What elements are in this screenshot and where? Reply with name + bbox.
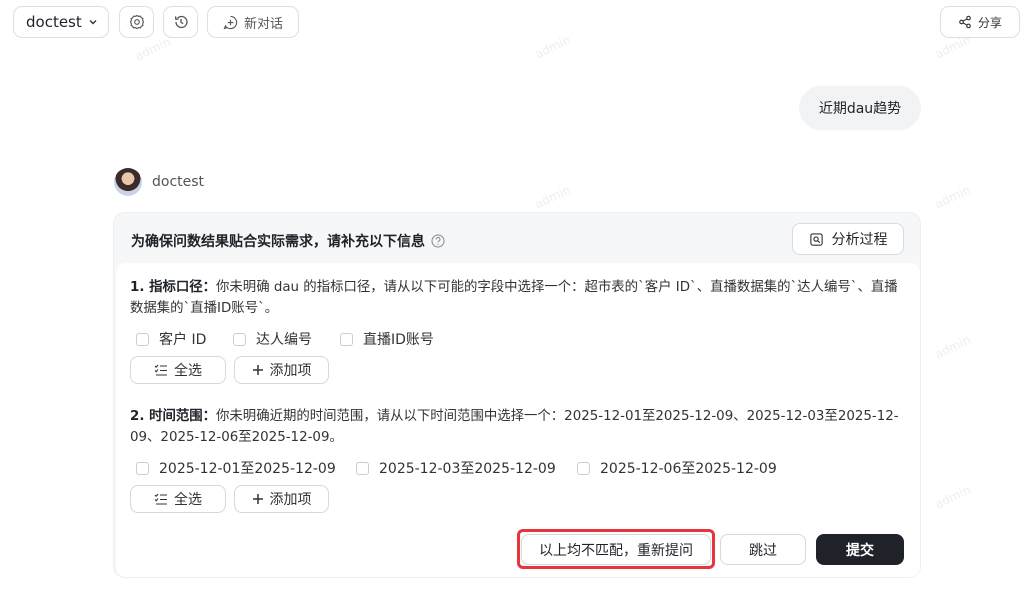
bot-avatar	[114, 168, 142, 196]
select-all-button-1[interactable]: 全选	[130, 356, 226, 384]
settings-button[interactable]	[119, 6, 154, 38]
option-range-2[interactable]: 2025-12-03至2025-12-09	[356, 458, 556, 478]
option-customer-id[interactable]: 客户 ID	[136, 329, 206, 349]
share-button[interactable]: 分享	[940, 6, 1020, 38]
option-range-3[interactable]: 2025-12-06至2025-12-09	[577, 458, 777, 478]
share-label: 分享	[977, 15, 1002, 30]
history-icon	[173, 14, 189, 30]
option-label: 2025-12-01至2025-12-09	[159, 461, 336, 477]
option-label: 2025-12-06至2025-12-09	[600, 461, 777, 477]
watermark: admin	[932, 182, 973, 212]
option-label: 直播ID账号	[363, 332, 434, 348]
plus-icon	[252, 364, 264, 376]
questions-panel: 1. 指标口径：你未明确 dau 的指标口径，请从以下可能的字段中选择一个：超市…	[116, 263, 920, 577]
checklist-icon	[154, 492, 168, 506]
watermark: admin	[532, 182, 573, 212]
question-1-number: 1. 指标口径：	[130, 280, 217, 295]
analysis-process-button[interactable]: 分析过程	[792, 223, 904, 255]
select-all-label: 全选	[174, 492, 202, 508]
add-item-button-2[interactable]: 添加项	[234, 485, 329, 513]
checkbox[interactable]	[356, 461, 369, 475]
new-chat-button[interactable]: 新对话	[207, 6, 299, 38]
watermark: admin	[932, 332, 973, 362]
checklist-icon	[154, 363, 168, 377]
user-message-bubble: 近期dau趋势	[799, 86, 921, 130]
checkbox[interactable]	[233, 332, 246, 346]
question-2-body: 你未明确近期的时间范围，请从以下时间范围中选择一个：2025-12-01至202…	[130, 409, 899, 445]
select-all-button-2[interactable]: 全选	[130, 485, 226, 513]
checkbox[interactable]	[340, 332, 353, 346]
rephrase-question-button[interactable]: 以上均不匹配，重新提问	[521, 534, 711, 565]
add-item-label: 添加项	[269, 363, 312, 379]
bot-name: doctest	[152, 174, 205, 190]
new-chat-label: 新对话	[243, 16, 283, 32]
option-live-id-account[interactable]: 直播ID账号	[340, 329, 434, 349]
question-2-text: 2. 时间范围：你未明确近期的时间范围，请从以下时间范围中选择一个：2025-1…	[130, 406, 900, 448]
top-bar: doctest 新对话 分享	[0, 0, 1025, 46]
history-button[interactable]	[163, 6, 198, 38]
add-item-button-1[interactable]: 添加项	[234, 356, 329, 384]
card-title-text: 为确保问数结果贴合实际需求，请补充以下信息	[131, 234, 425, 250]
skip-button[interactable]: 跳过	[720, 534, 806, 565]
option-range-1[interactable]: 2025-12-01至2025-12-09	[136, 458, 336, 478]
clarification-card: 为确保问数结果贴合实际需求，请补充以下信息 分析过程 1. 指标口径：你未明确 …	[113, 212, 921, 578]
option-label: 2025-12-03至2025-12-09	[379, 461, 556, 477]
help-icon[interactable]	[431, 234, 445, 248]
watermark: admin	[932, 482, 973, 512]
submit-button[interactable]: 提交	[816, 534, 904, 565]
chevron-down-icon	[88, 17, 98, 27]
checkbox[interactable]	[577, 461, 590, 475]
select-all-label: 全选	[174, 363, 202, 379]
analysis-icon	[809, 232, 824, 247]
option-label: 达人编号	[256, 332, 312, 348]
option-label: 客户 ID	[159, 332, 207, 348]
checkbox[interactable]	[136, 461, 149, 475]
add-item-label: 添加项	[269, 492, 312, 508]
plus-icon	[252, 493, 264, 505]
option-influencer-id[interactable]: 达人编号	[233, 329, 312, 349]
new-chat-icon	[223, 15, 238, 30]
analysis-process-label: 分析过程	[831, 232, 888, 248]
gear-icon	[129, 14, 145, 30]
project-selector[interactable]: doctest	[13, 6, 109, 38]
card-title: 为确保问数结果贴合实际需求，请补充以下信息	[131, 231, 445, 251]
question-2-number: 2. 时间范围：	[130, 409, 217, 424]
project-name: doctest	[26, 13, 82, 31]
checkbox[interactable]	[136, 332, 149, 346]
question-1-body: 你未明确 dau 的指标口径，请从以下可能的字段中选择一个：超市表的`客户 ID…	[130, 280, 898, 316]
question-1-text: 1. 指标口径：你未明确 dau 的指标口径，请从以下可能的字段中选择一个：超市…	[130, 277, 900, 319]
share-icon	[958, 15, 972, 29]
